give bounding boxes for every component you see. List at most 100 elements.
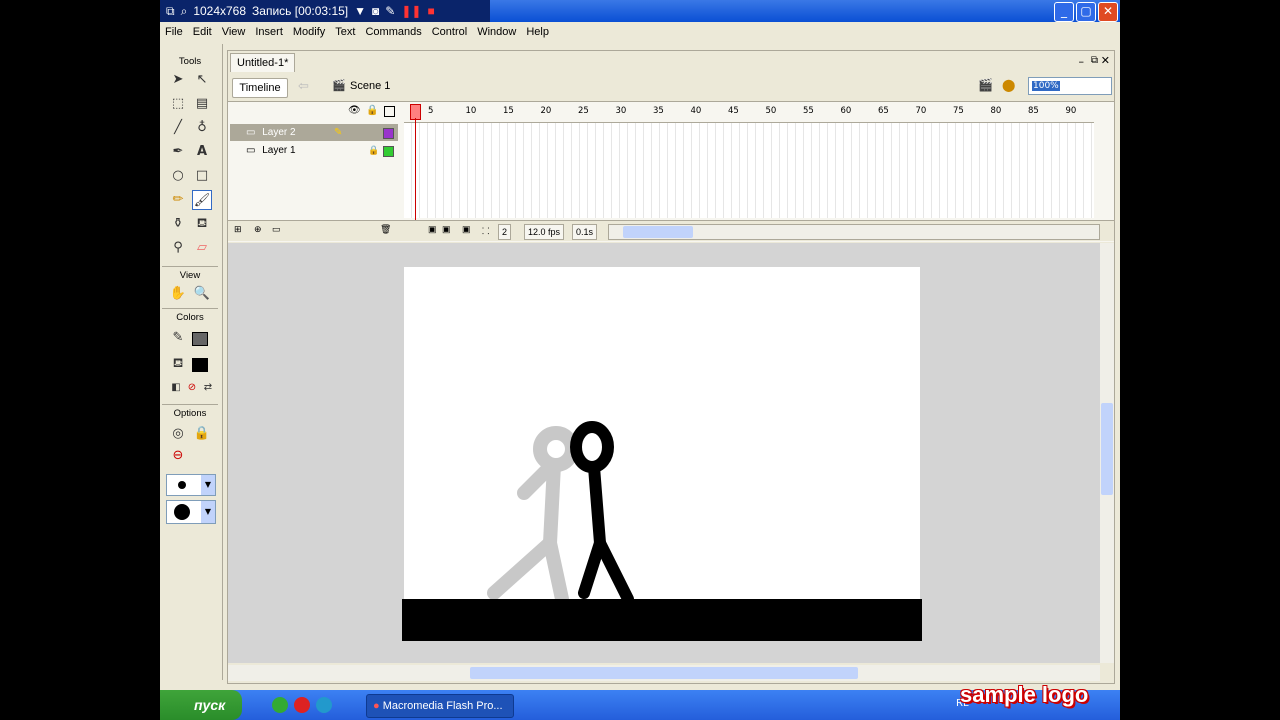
oval-tool-icon[interactable]: ○ xyxy=(168,166,188,186)
layer-icon: ▭ xyxy=(246,127,256,138)
menu-text[interactable]: Text xyxy=(330,26,360,38)
pencil-icon[interactable]: ✎ xyxy=(385,4,395,18)
edit-scene-icon[interactable]: 🎬 xyxy=(978,78,993,92)
flash-icon[interactable] xyxy=(294,697,310,713)
arrow-tool-icon[interactable]: ➤ xyxy=(168,70,188,90)
minimize-button[interactable]: _ xyxy=(1054,2,1074,22)
brush-tool-icon[interactable]: 🖌 xyxy=(192,190,212,210)
menu-help[interactable]: Help xyxy=(521,26,554,38)
ground-shape[interactable] xyxy=(402,599,922,641)
zoom-icon[interactable]: ⌕ xyxy=(181,4,188,19)
dropdown-icon[interactable]: ▼ xyxy=(354,4,366,18)
stroke-color-icon[interactable]: ✎ xyxy=(168,328,188,348)
menu-window[interactable]: Window xyxy=(472,26,521,38)
scroll-thumb[interactable] xyxy=(1101,403,1113,495)
stop-icon[interactable]: ■ xyxy=(427,4,434,18)
pause-icon[interactable]: ❚❚ xyxy=(401,4,421,18)
timeline-button[interactable]: Timeline xyxy=(232,78,288,98)
desktop: ⧉ ⌕ 1024x768 Запись [00:03:15] ▼ ◙ ✎ ❚❚ … xyxy=(160,0,1120,720)
rectangle-tool-icon[interactable]: □ xyxy=(192,166,212,186)
back-arrow-icon[interactable]: ⇦ xyxy=(298,79,309,94)
layer-2-row[interactable]: ▭ Layer 2 ✎ xyxy=(230,124,398,141)
chevron-down-icon[interactable]: ▼ xyxy=(201,501,215,523)
paint-bucket-icon[interactable]: ⛾ xyxy=(192,214,212,234)
edit-symbol-icon[interactable]: ⬤ xyxy=(1002,78,1015,92)
lock-fill-icon[interactable]: 🔒 xyxy=(192,424,212,444)
close-button[interactable]: ✕ xyxy=(1098,2,1118,22)
add-layer-icon[interactable]: ⊞ xyxy=(234,224,242,235)
onion-skin-icon[interactable]: ▣ xyxy=(428,224,437,235)
hand-tool-icon[interactable]: ✋ xyxy=(168,284,188,304)
lasso-tool-icon[interactable]: ♁ xyxy=(192,118,212,138)
taskbar-flash-item[interactable]: ● Macromedia Flash Pro... xyxy=(366,694,514,718)
stroke-swatch[interactable] xyxy=(192,332,208,346)
zoom-select[interactable]: 100% xyxy=(1028,77,1112,95)
ie-icon[interactable] xyxy=(316,697,332,713)
layer-1-row[interactable]: ▭ Layer 1 🔒 xyxy=(230,142,398,159)
stage-vscrollbar[interactable] xyxy=(1100,243,1114,663)
maximize-button[interactable]: ▢ xyxy=(1076,2,1096,22)
pasteboard[interactable] xyxy=(228,243,1100,663)
recorder-resolution: 1024x768 xyxy=(193,4,247,18)
doc-minimize-icon[interactable]: – xyxy=(1079,55,1085,68)
menu-edit[interactable]: Edit xyxy=(188,26,217,38)
layer-2-color[interactable] xyxy=(383,128,394,139)
recorder-bar: ⧉ ⌕ 1024x768 Запись [00:03:15] ▼ ◙ ✎ ❚❚ … xyxy=(160,0,490,22)
fill-swatch[interactable] xyxy=(192,358,208,372)
swap-colors-icon[interactable]: ⇄ xyxy=(198,378,218,398)
line-tool-icon[interactable]: ╱ xyxy=(168,118,188,138)
doc-close-icon[interactable]: ✕ xyxy=(1101,54,1110,67)
timeline-hscrollbar[interactable] xyxy=(608,224,1100,240)
eye-icon[interactable]: 👁 xyxy=(348,105,361,116)
zoom-tool-icon[interactable]: 🔍 xyxy=(192,284,212,304)
doc-restore-icon[interactable]: ⧉ xyxy=(1091,55,1098,66)
lock-icon[interactable]: 🔒 xyxy=(368,142,379,159)
subselect-tool-icon[interactable]: ↖ xyxy=(192,70,212,90)
modify-markers-icon[interactable]: ⸬ xyxy=(482,224,489,237)
stage-hscrollbar[interactable] xyxy=(228,665,1100,681)
brush-size-select[interactable]: ▼ xyxy=(166,474,216,496)
fill-color-icon[interactable]: ⛾ xyxy=(168,354,188,374)
menu-modify[interactable]: Modify xyxy=(288,26,330,38)
fill-transform-icon[interactable]: ▤ xyxy=(192,94,212,114)
brush-mode-icon[interactable]: ◎ xyxy=(168,424,188,444)
lock-icon[interactable]: 🔒 xyxy=(366,105,378,116)
pen-tool-icon[interactable]: ✒ xyxy=(168,142,188,162)
stage[interactable] xyxy=(404,267,920,613)
menu-file[interactable]: File xyxy=(160,26,188,38)
frame-ruler[interactable]: 5 10 15 20 25 30 35 40 45 50 55 60 65 70 75 80 85 90 xyxy=(404,102,1094,123)
outline-icon[interactable] xyxy=(384,106,395,117)
camera-icon[interactable]: ◙ xyxy=(372,4,379,18)
eraser-icon[interactable]: ▱ xyxy=(192,238,212,258)
brush-mode-select-icon[interactable]: ⊖ xyxy=(168,446,188,466)
eyedropper-icon[interactable]: ⚲ xyxy=(168,238,188,258)
menu-view[interactable]: View xyxy=(217,26,251,38)
onion-outline-icon[interactable]: ▣ xyxy=(442,224,451,235)
add-guide-icon[interactable]: ⊕ xyxy=(254,224,262,235)
restore-icon[interactable]: ⧉ xyxy=(166,4,175,19)
start-button[interactable]: пуск xyxy=(160,690,242,720)
layer-1-color[interactable] xyxy=(383,146,394,157)
delete-layer-icon[interactable]: 🗑 xyxy=(380,224,391,235)
pencil-tool-icon[interactable]: ✏ xyxy=(168,190,188,210)
chevron-down-icon[interactable]: ▼ xyxy=(201,475,215,495)
frame-rate: 12.0 fps xyxy=(524,224,565,240)
add-folder-icon[interactable]: ▭ xyxy=(272,224,281,235)
document-tab[interactable]: Untitled-1* xyxy=(230,53,296,72)
scroll-thumb[interactable] xyxy=(470,667,858,679)
edit-multiple-icon[interactable]: ▣ xyxy=(462,224,471,235)
ruler-tick-label: 45 xyxy=(728,106,739,116)
menu-insert[interactable]: Insert xyxy=(250,26,288,38)
menu-control[interactable]: Control xyxy=(427,26,472,38)
ruler-tick-label: 75 xyxy=(953,106,964,116)
ink-bottle-icon[interactable]: ⚱ xyxy=(168,214,188,234)
brush-shape-select[interactable]: ▼ xyxy=(166,500,216,524)
scroll-thumb[interactable] xyxy=(623,226,693,238)
window-title-bar: _ ▢ ✕ xyxy=(490,0,1120,22)
menu-commands[interactable]: Commands xyxy=(360,26,426,38)
free-transform-icon[interactable]: ⬚ xyxy=(168,94,188,114)
text-tool-icon[interactable]: A xyxy=(192,142,212,162)
quicklaunch-icon[interactable] xyxy=(272,697,288,713)
ruler-tick-label: 55 xyxy=(803,106,814,116)
layer-icon: ▭ xyxy=(246,145,256,156)
